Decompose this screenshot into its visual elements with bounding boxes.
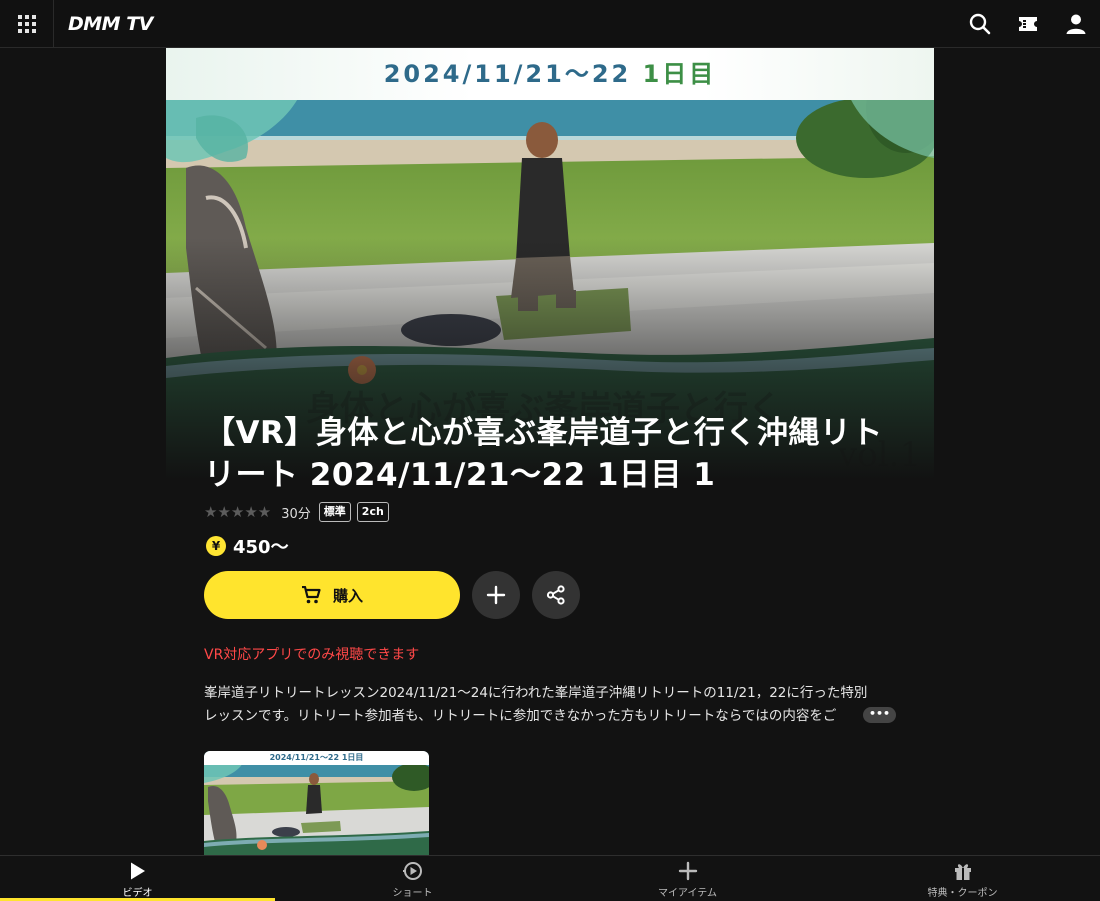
- hero-banner-day: 1日目: [642, 60, 717, 88]
- duration-text: 30分: [281, 506, 311, 522]
- description-line-1: 峯岸道子リトリートレッスン2024/11/21～24に行われた峯岸道子沖縄リトリ…: [204, 685, 868, 701]
- price-value: 450～: [233, 537, 289, 558]
- grid-icon: [17, 15, 36, 33]
- add-to-list-button[interactable]: [472, 571, 520, 619]
- short-icon: [402, 862, 422, 880]
- audio-badge: 2ch: [356, 502, 389, 522]
- nav-label-my-items: マイアイテム: [658, 888, 717, 899]
- video-meta: ★★★★★ 30分 標準 2ch: [204, 501, 395, 523]
- thumbnail-image: [204, 751, 429, 861]
- buy-button[interactable]: 購入: [204, 571, 460, 619]
- plus-icon: [486, 585, 506, 605]
- dmm-tv-logo[interactable]: DMM TV: [68, 12, 153, 36]
- more-button[interactable]: •••: [863, 707, 896, 723]
- description-line-2: レッスンです。リトリート参加者も、リトリートに参加できなかった方もリトリートなら…: [204, 708, 837, 724]
- price: ¥ 450～: [206, 535, 289, 558]
- cart-icon: [301, 586, 321, 604]
- vr-only-notice: VR対応アプリでのみ視聴できます: [204, 647, 420, 663]
- nav-item-perks-coupons[interactable]: 特典・クーポン: [825, 856, 1100, 901]
- rating-stars: ★★★★★: [204, 502, 272, 521]
- bottom-navigation: ビデオ ショート マイアイテム 特典・クーポン: [0, 855, 1100, 901]
- video-title: 【VR】身体と心が喜ぶ峯岸道子と行く沖縄リトリート 2024/11/21～22 …: [204, 415, 883, 493]
- share-icon: [546, 585, 565, 605]
- hero-banner-date: 2024/11/21～22: [383, 60, 632, 88]
- ticket-icon[interactable]: [1016, 12, 1040, 36]
- nav-label-perks-coupons: 特典・クーポン: [927, 888, 998, 899]
- search-icon[interactable]: [968, 12, 992, 36]
- plus-icon: [678, 861, 697, 881]
- nav-item-short[interactable]: ショート: [275, 856, 550, 901]
- nav-item-my-items[interactable]: マイアイテム: [550, 856, 825, 901]
- nav-label-short: ショート: [392, 888, 433, 899]
- buy-button-label: 購入: [332, 586, 363, 605]
- top-header: DMM TV: [0, 0, 1100, 48]
- thumbnail-banner: 2024/11/21～22 1日目: [204, 751, 429, 765]
- hero-date-banner: 2024/11/21～22 1日目: [166, 48, 934, 100]
- description: 峯岸道子リトリートレッスン2024/11/21～24に行われた峯岸道子沖縄リトリ…: [204, 682, 904, 728]
- nav-label-video: ビデオ: [122, 888, 153, 899]
- gift-icon: [954, 864, 971, 880]
- quality-badge: 標準: [318, 502, 351, 522]
- user-icon[interactable]: [1064, 12, 1088, 36]
- play-icon: [130, 862, 145, 880]
- share-button[interactable]: [532, 571, 580, 619]
- menu-grid-button[interactable]: [0, 0, 54, 48]
- nav-item-video[interactable]: ビデオ: [0, 856, 275, 901]
- yen-icon: ¥: [206, 536, 226, 556]
- star-rating-icons: ★★★★★: [204, 502, 272, 521]
- episode-thumbnail[interactable]: 2024/11/21～22 1日目: [204, 751, 429, 861]
